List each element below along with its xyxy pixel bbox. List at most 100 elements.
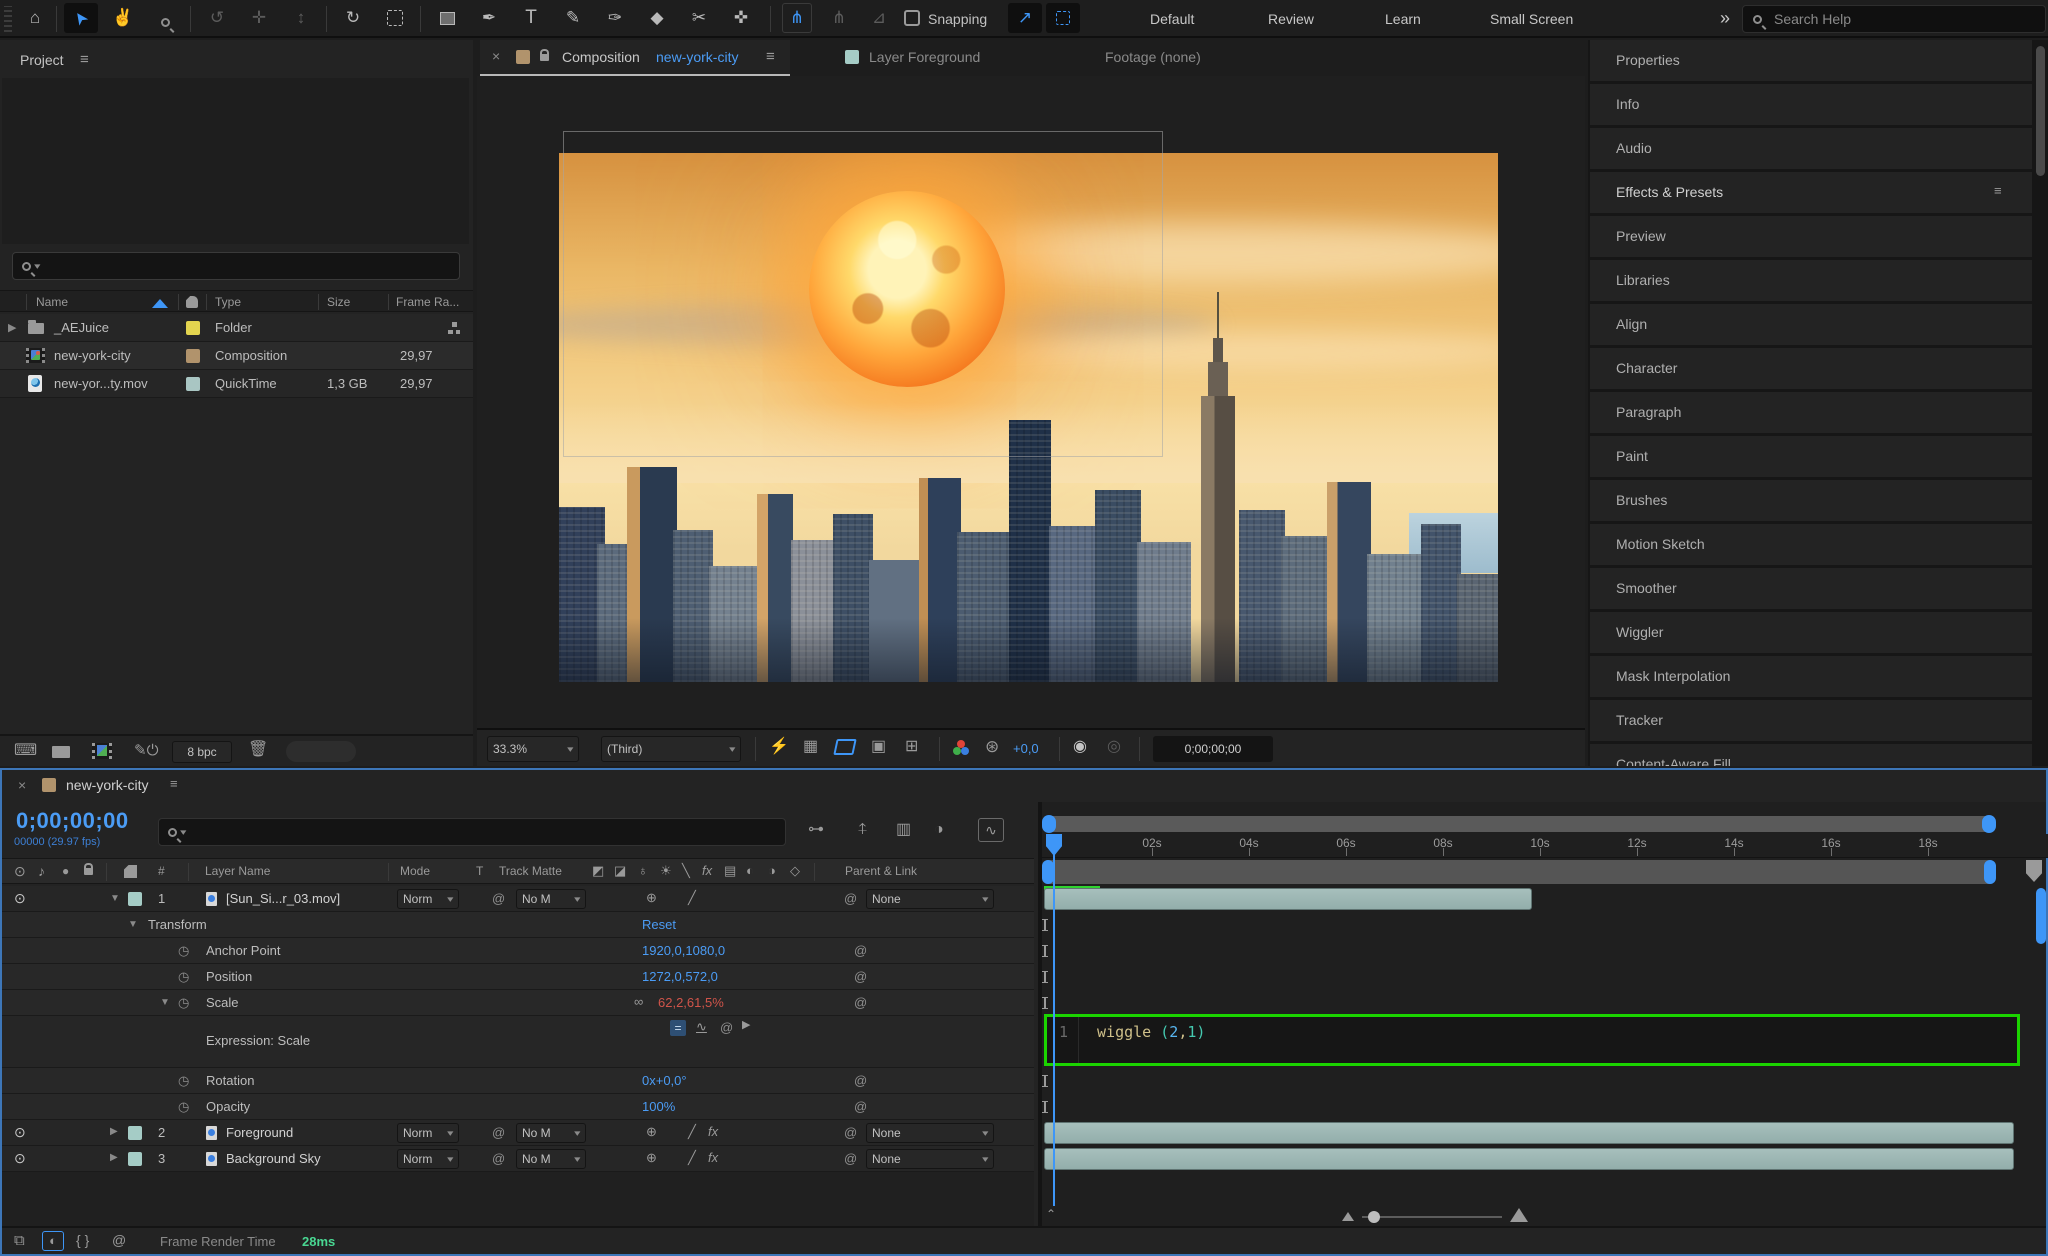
comp-label-swatch[interactable] (516, 50, 530, 64)
local-axis-mode-icon[interactable]: ⋔ (782, 3, 812, 33)
panel-menu-icon[interactable]: ≡ (1994, 184, 2002, 197)
parent-dropdown[interactable]: None▾ (866, 889, 994, 909)
snap-to-edges-icon[interactable]: ↗ (1008, 3, 1042, 33)
footage-viewer-tab[interactable]: Footage (none) (1097, 40, 1297, 76)
workspace-overflow-chevron[interactable]: » (1720, 8, 1730, 29)
stamp-tool-icon[interactable]: ✑ (598, 3, 632, 33)
rotation-label[interactable]: Rotation (206, 1073, 254, 1088)
layer-blend-mode-dropdown[interactable]: Norm▾ (397, 1149, 459, 1169)
viewer-tab-menu-icon[interactable]: ≡ (766, 49, 775, 64)
project-item-name[interactable]: new-yor...ty.mov (54, 376, 148, 391)
sidebar-panel-info[interactable]: Info (1590, 84, 2032, 125)
parent-pick-whip-icon[interactable]: @ (844, 1151, 857, 1166)
project-row-composition[interactable]: new-york-city Composition 29,97 (0, 342, 473, 370)
project-row-footage[interactable]: new-yor...ty.mov QuickTime 1,3 GB 29,97 (0, 370, 473, 398)
project-panel-title[interactable]: Project (20, 52, 64, 68)
anchor-point-row[interactable]: ◷ Anchor Point 1920,0,1080,0 @ (2, 938, 1034, 964)
audio-column-icon[interactable]: ♪ (38, 864, 45, 878)
stopwatch-icon[interactable]: ◷ (178, 1099, 189, 1115)
rotation-value[interactable]: 0x+0,0° (642, 1073, 687, 1088)
pan-camera-tool-icon[interactable]: ✛ (242, 3, 276, 33)
transform-reset-link[interactable]: Reset (642, 917, 676, 932)
brackets-icon[interactable]: { } (76, 1233, 89, 1247)
zoom-in-mountain-icon[interactable] (1510, 1208, 1528, 1222)
position-row[interactable]: ◷ Position 1272,0,572,0 @ (2, 964, 1034, 990)
project-col-type[interactable]: Type (215, 295, 241, 309)
comp-marker-bin-icon[interactable] (2026, 860, 2042, 882)
mask-visibility-icon[interactable] (833, 739, 856, 755)
project-row-folder[interactable]: ▶ _AEJuice Folder (0, 314, 473, 342)
timeline-navigator-bar[interactable] (1044, 816, 1994, 832)
property-pick-whip-icon[interactable]: @ (854, 943, 867, 958)
track-matte-dropdown[interactable]: No M▾ (516, 1123, 586, 1143)
layer-fx-switch-icon[interactable]: fx (708, 1151, 718, 1164)
navigator-right-handle[interactable] (1982, 815, 1996, 833)
workspace-tab-learn[interactable]: Learn (1385, 11, 1421, 27)
layer3-duration-bar[interactable] (1044, 1148, 2014, 1170)
layer-collapse-switch-icon[interactable]: ⊕ (646, 1125, 657, 1138)
layer-visibility-eye-icon[interactable]: ⊙ (14, 891, 26, 905)
t-column-header[interactable]: T (476, 864, 483, 878)
resolution-dropdown[interactable]: (Third)▾ (601, 736, 741, 762)
fast-previews-icon[interactable]: ⚡ (769, 739, 789, 755)
zoom-slider-track[interactable] (1362, 1216, 1502, 1218)
sort-ascending-icon[interactable] (152, 299, 168, 308)
parent-pick-whip-icon[interactable]: @ (844, 1125, 857, 1140)
composition-mini-flowchart-icon[interactable]: ⊶ (808, 822, 824, 838)
brush-tool-icon[interactable]: ✎ (556, 3, 590, 33)
mode-column-header[interactable]: Mode (400, 864, 430, 878)
sidebar-panel-preview[interactable]: Preview (1590, 216, 2032, 257)
stopwatch-icon[interactable]: ◷ (178, 969, 189, 985)
switch-effects-icon[interactable]: ☀ (660, 864, 672, 877)
switch-rasterize-icon[interactable]: ♁ (638, 864, 648, 877)
timeline-tab-menu-icon[interactable]: ≡ (170, 777, 178, 790)
layer-blend-mode-dropdown[interactable]: Norm▾ (397, 889, 459, 909)
property-pick-whip-icon[interactable]: @ (854, 1073, 867, 1088)
workspace-tab-small-screen[interactable]: Small Screen (1490, 11, 1573, 27)
layer-name[interactable]: Background Sky (226, 1151, 321, 1166)
layer-quality-switch-icon[interactable]: ╱ (688, 1151, 696, 1164)
layer-visibility-eye-icon[interactable]: ⊙ (14, 1151, 26, 1165)
view-axis-mode-icon[interactable]: ⊿ (862, 3, 896, 33)
puppet-pin-tool-icon[interactable]: ✜ (724, 3, 758, 33)
position-label[interactable]: Position (206, 969, 252, 984)
sidebar-panel-properties[interactable]: Properties (1590, 40, 2032, 81)
stopwatch-icon[interactable]: ◷ (178, 995, 189, 1011)
transform-group-row[interactable]: ▼ Transform Reset (2, 912, 1034, 938)
expression-scale-row[interactable]: Expression: Scale = ∿ @ ▶ (2, 1016, 1034, 1068)
layer-quality-switch-icon[interactable]: ╱ (688, 891, 696, 904)
interpret-footage-icon[interactable]: ⌨ (14, 743, 37, 759)
orbit-camera-tool-icon[interactable]: ↺ (200, 3, 234, 33)
world-axis-mode-icon[interactable]: ⋔ (822, 3, 856, 33)
layer-expand-chevron-icon[interactable]: ▶ (110, 1126, 118, 1137)
track-matte-column-header[interactable]: Track Matte (499, 864, 562, 878)
sidebar-scrollbar-thumb[interactable] (2036, 46, 2045, 176)
switch-adjustment-icon[interactable]: ◑ (768, 864, 776, 877)
property-pick-whip-icon[interactable]: @ (854, 1099, 867, 1114)
new-folder-icon[interactable] (52, 746, 70, 758)
magnification-dropdown[interactable]: 33.3%▾ (487, 736, 579, 762)
dolly-camera-tool-icon[interactable]: ↕ (284, 3, 318, 33)
expression-language-menu-icon[interactable]: ▶ (742, 1020, 750, 1031)
switch-quality-icon[interactable]: ╲ (682, 864, 690, 877)
rotation-row[interactable]: ◷ Rotation 0x+0,0° @ (2, 1068, 1034, 1094)
label-color-swatch[interactable] (186, 321, 200, 335)
expression-code[interactable]: wiggle (2,1) (1079, 1017, 1205, 1063)
switch-collapse-icon[interactable]: ◪ (614, 864, 626, 877)
zoom-out-mountain-icon[interactable] (1342, 1212, 1354, 1221)
sidebar-panel-character[interactable]: Character (1590, 348, 2032, 389)
layer-color-swatch[interactable] (128, 892, 142, 906)
expand-layers-icon[interactable]: ⧉ (14, 1233, 25, 1248)
sidebar-panel-align[interactable]: Align (1590, 304, 2032, 345)
selection-tool-icon[interactable]: ➤ (64, 3, 98, 33)
track-matte-dropdown[interactable]: No M▾ (516, 889, 586, 909)
work-area-end-handle[interactable] (1984, 860, 1996, 884)
navigator-left-handle[interactable] (1042, 815, 1056, 833)
motion-blur-icon[interactable]: ◑ (934, 822, 944, 838)
project-item-name[interactable]: _AEJuice (54, 320, 109, 335)
layer2-duration-bar[interactable] (1044, 1122, 2014, 1144)
lock-icon[interactable] (540, 54, 549, 61)
property-pick-whip-icon[interactable]: @ (854, 969, 867, 984)
stopwatch-icon[interactable]: ◷ (178, 943, 189, 959)
position-value[interactable]: 1272,0,572,0 (642, 969, 718, 984)
